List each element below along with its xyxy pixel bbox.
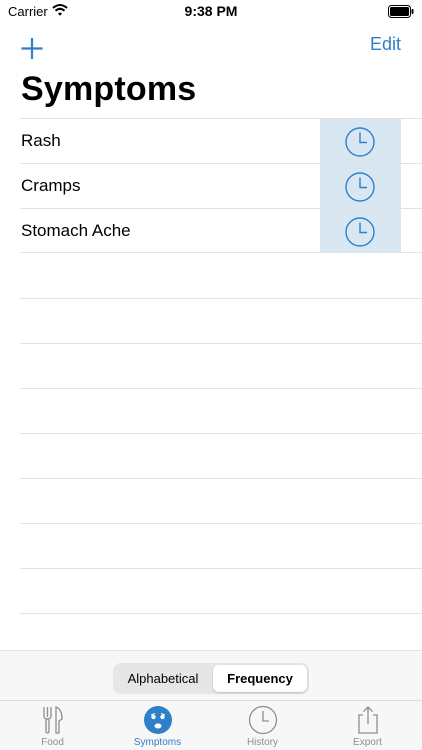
tab-bar: Food Symptoms History Export xyxy=(0,700,422,750)
edit-button[interactable]: Edit xyxy=(370,34,401,55)
tab-food[interactable]: Food xyxy=(0,701,105,750)
empty-row-separator xyxy=(20,433,422,434)
symptom-label: Cramps xyxy=(21,176,81,195)
symptom-row-stomach-ache[interactable]: Stomach Ache xyxy=(20,208,422,253)
symptom-row-rash[interactable]: Rash xyxy=(20,118,422,163)
empty-row-separator xyxy=(20,388,422,389)
empty-row-separator xyxy=(20,478,422,479)
navigation-bar: Edit xyxy=(0,24,422,68)
sort-toolbar: Alphabetical Frequency xyxy=(0,650,422,700)
clock-icon xyxy=(345,217,375,247)
clock-icon xyxy=(345,172,375,202)
empty-row-separator xyxy=(20,298,422,299)
plus-icon xyxy=(21,38,43,59)
clock-icon xyxy=(345,127,375,157)
symptom-label: Rash xyxy=(21,131,61,150)
status-time: 9:38 PM xyxy=(184,3,238,19)
tab-label: Food xyxy=(41,737,64,748)
clock-icon xyxy=(248,705,277,735)
tab-label: History xyxy=(246,737,279,748)
log-time-button[interactable] xyxy=(320,209,401,253)
share-icon xyxy=(357,706,378,734)
empty-row-separator xyxy=(20,343,422,344)
empty-row-separator xyxy=(20,523,422,524)
empty-row-separator xyxy=(20,613,422,614)
sort-frequency-segment[interactable]: Frequency xyxy=(213,665,307,692)
log-time-button[interactable] xyxy=(320,164,401,208)
symptom-label: Stomach Ache xyxy=(21,221,131,240)
status-bar: Carrier 9:38 PM xyxy=(0,0,422,24)
empty-row-separator xyxy=(20,568,422,569)
battery-icon xyxy=(388,5,414,18)
page-title: Symptoms xyxy=(21,70,197,108)
sort-segmented-control: Alphabetical Frequency xyxy=(113,663,309,694)
symptom-list: Rash Cramps Stomach Ache xyxy=(0,118,422,253)
tab-export[interactable]: Export xyxy=(315,701,420,750)
tab-label: Symptoms xyxy=(133,737,182,748)
symptom-row-cramps[interactable]: Cramps xyxy=(20,163,422,208)
worried-face-icon xyxy=(143,706,172,734)
log-time-button[interactable] xyxy=(320,119,401,163)
fork-knife-icon xyxy=(42,706,63,734)
tab-symptoms[interactable]: Symptoms xyxy=(105,701,210,750)
sort-alphabetical-segment[interactable]: Alphabetical xyxy=(115,665,211,692)
tab-label: Export xyxy=(353,737,382,748)
tab-history[interactable]: History xyxy=(210,701,315,750)
add-symptom-button[interactable] xyxy=(16,30,50,64)
